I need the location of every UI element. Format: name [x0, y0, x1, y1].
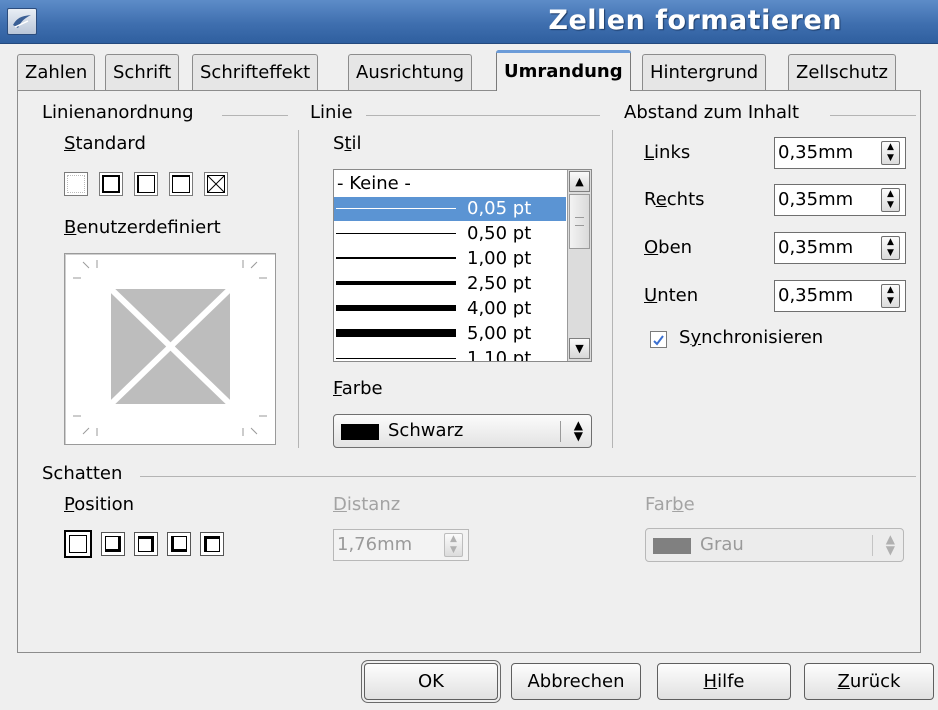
spin-updown-icon[interactable]: ▲ ▼	[444, 533, 463, 557]
shadow-distance-field[interactable]: 1,76mm ▲ ▼	[333, 529, 469, 561]
shadow-top-left-preset[interactable]	[200, 532, 224, 556]
updown-arrow-icon: ▲ ▼	[573, 418, 583, 443]
border-preview-diagram	[73, 260, 267, 436]
line-sample	[336, 281, 456, 285]
line-sample	[336, 305, 456, 311]
tab-zellschutz[interactable]: Zellschutz	[788, 54, 897, 90]
shadow-bottom-right-preset[interactable]	[101, 532, 125, 556]
reset-button[interactable]: Zurück	[804, 663, 934, 700]
bottom-spacing-field[interactable]: 0,35mm ▲ ▼	[774, 280, 906, 312]
top-spacing-field[interactable]: 0,35mm ▲ ▼	[774, 232, 906, 264]
preset-outer-border-inner-horizontal[interactable]	[169, 172, 193, 196]
preset-outer-border-plus[interactable]	[134, 172, 158, 196]
line-style-option-selected[interactable]: 0,05 pt	[334, 197, 566, 221]
ok-button[interactable]: OK	[364, 663, 498, 700]
preset-outer-border-diagonal[interactable]	[204, 172, 228, 196]
tab-ausrichtung[interactable]: Ausrichtung	[348, 54, 473, 90]
line-sample	[336, 208, 456, 209]
tab-schrifteffekt[interactable]: Schrifteffekt	[192, 54, 319, 90]
line-sample	[336, 233, 456, 234]
divider	[140, 476, 916, 477]
line-style-scrollbar[interactable]: ▲ ▼	[567, 170, 591, 361]
tab-hintergrund[interactable]: Hintergrund	[642, 54, 767, 90]
shadow-heading: Schatten	[42, 463, 123, 484]
color-swatch	[653, 538, 691, 554]
synchronize-checkbox[interactable]	[650, 331, 667, 348]
tab-zahlen[interactable]: Zahlen	[17, 54, 96, 90]
line-style-option[interactable]: 1,00 pt	[334, 247, 566, 271]
preset-outer-border[interactable]	[99, 172, 123, 196]
spin-updown-icon[interactable]: ▲ ▼	[881, 188, 900, 212]
line-style-option-none[interactable]: - Keine -	[334, 172, 566, 196]
line-style-option[interactable]: 4,00 pt	[334, 297, 566, 321]
title-bar[interactable]: Zellen formatieren	[0, 0, 938, 44]
scroll-down-icon[interactable]: ▼	[569, 338, 590, 359]
shadow-color-label: Farbe	[645, 494, 695, 515]
top-spacing-label: Oben	[644, 237, 693, 258]
window-title: Zellen formatieren	[548, 5, 842, 36]
app-document-icon[interactable]	[7, 8, 37, 35]
shadow-position-label: Position	[64, 494, 135, 515]
left-spacing-field[interactable]: 0,35mm ▲ ▼	[774, 137, 906, 169]
style-label: Stil	[333, 133, 362, 154]
user-defined-border-preview[interactable]	[64, 253, 276, 445]
line-color-dropdown[interactable]: Schwarz ▲ ▼	[333, 414, 592, 448]
user-defined-label: Benutzerdefiniert	[64, 217, 221, 238]
shadow-none-preset[interactable]	[64, 530, 92, 558]
help-button[interactable]: Hilfe	[657, 663, 791, 700]
line-sample	[336, 358, 456, 359]
line-style-option[interactable]: 2,50 pt	[334, 272, 566, 296]
tab-umrandung[interactable]: Umrandung	[496, 50, 631, 91]
divider	[366, 115, 600, 116]
divider	[612, 130, 613, 448]
line-style-listbox[interactable]: - Keine - 0,05 pt 0,50 pt 1,00 pt 2,50 p…	[333, 169, 592, 362]
line-heading: Linie	[310, 102, 353, 123]
preset-no-border[interactable]	[64, 172, 88, 196]
spin-updown-icon[interactable]: ▲ ▼	[881, 141, 900, 165]
shadow-bottom-left-preset[interactable]	[167, 532, 191, 556]
color-swatch	[341, 424, 379, 440]
spacing-heading: Abstand zum Inhalt	[624, 102, 800, 123]
line-style-option[interactable]: 0,50 pt	[334, 222, 566, 246]
left-spacing-label: Links	[644, 142, 691, 163]
scroll-up-icon[interactable]: ▲	[569, 171, 590, 192]
checkmark-icon	[653, 335, 664, 346]
line-arrangement-heading: Linienanordnung	[42, 102, 194, 123]
updown-arrow-icon: ▲ ▼	[885, 532, 895, 557]
shadow-color-dropdown[interactable]: Grau ▲ ▼	[645, 528, 904, 562]
divider	[298, 130, 299, 448]
tab-schrift[interactable]: Schrift	[105, 54, 180, 90]
line-style-option[interactable]: 5,00 pt	[334, 322, 566, 346]
cancel-button[interactable]: Abbrechen	[511, 663, 641, 700]
spin-updown-icon[interactable]: ▲ ▼	[881, 284, 900, 308]
bottom-spacing-label: Unten	[644, 285, 699, 306]
right-spacing-label: Rechts	[644, 189, 705, 210]
default-label: Standard	[64, 133, 146, 154]
line-sample	[336, 257, 456, 259]
right-spacing-field[interactable]: 0,35mm ▲ ▼	[774, 184, 906, 216]
synchronize-label[interactable]: Synchronisieren	[679, 327, 823, 348]
line-sample	[336, 329, 456, 337]
divider	[222, 115, 288, 116]
divider	[830, 115, 916, 116]
scroll-thumb[interactable]	[569, 194, 590, 249]
line-style-option[interactable]: 1,10 pt	[334, 347, 566, 361]
shadow-top-right-preset[interactable]	[134, 532, 158, 556]
shadow-distance-label: Distanz	[333, 494, 401, 515]
line-color-label: Farbe	[333, 378, 383, 399]
spin-updown-icon[interactable]: ▲ ▼	[881, 236, 900, 260]
